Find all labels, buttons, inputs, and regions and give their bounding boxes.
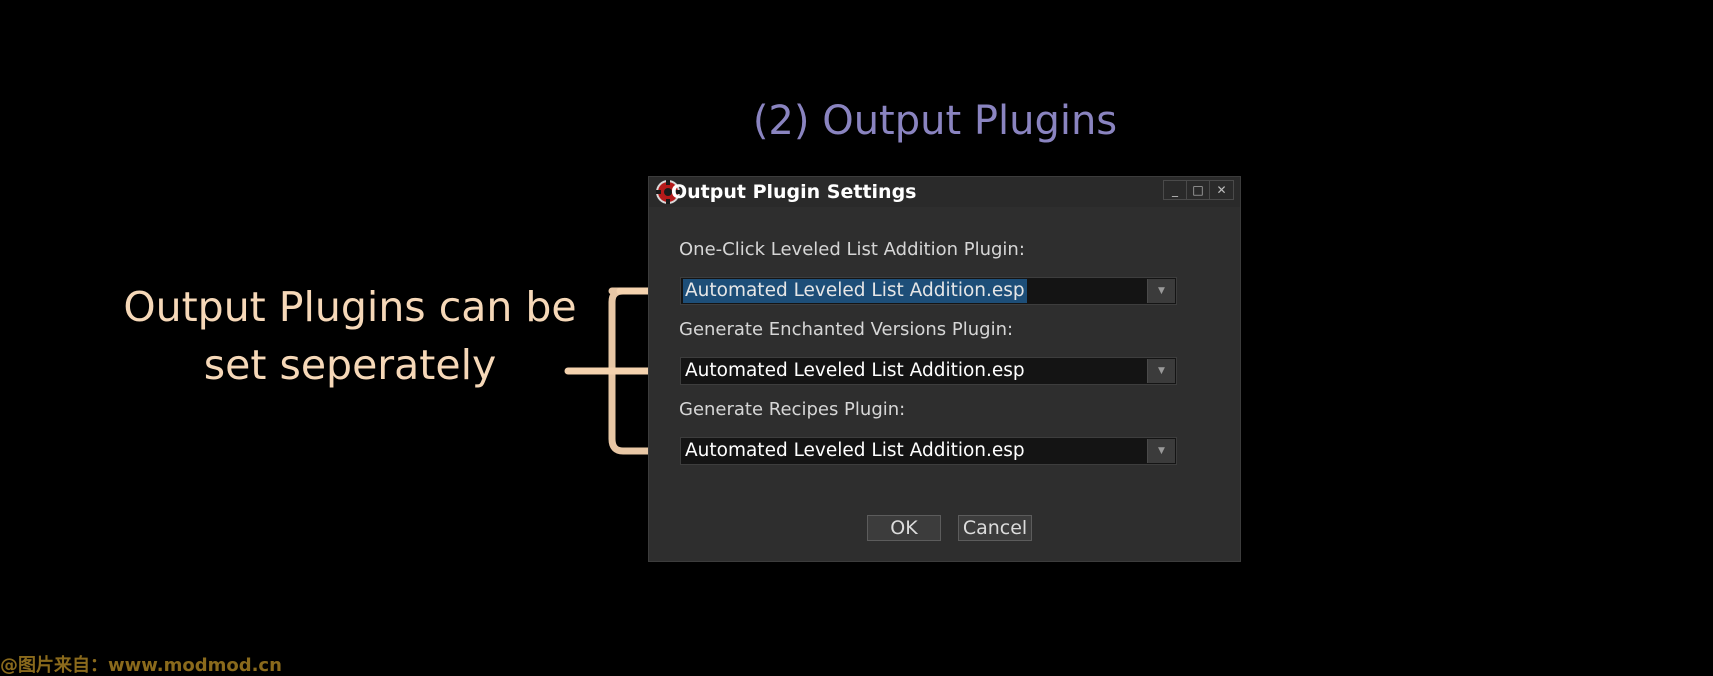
slide-canvas: (2) Output Plugins Output Plugins can be… <box>0 0 1713 676</box>
dialog-title: Output Plugin Settings <box>671 181 917 203</box>
enchanted-versions-plugin-dropdown[interactable]: Automated Leveled List Addition.esp ▼ <box>680 357 1177 385</box>
chevron-down-icon[interactable]: ▼ <box>1147 279 1175 303</box>
recipes-plugin-dropdown[interactable]: Automated Leveled List Addition.esp ▼ <box>680 437 1177 465</box>
one-click-plugin-value: Automated Leveled List Addition.esp <box>683 279 1027 303</box>
window-controls: _ □ ✕ <box>1163 180 1234 200</box>
enchanted-versions-plugin-value: Automated Leveled List Addition.esp <box>685 360 1025 381</box>
recipes-plugin-value: Automated Leveled List Addition.esp <box>685 440 1025 461</box>
one-click-plugin-label: One-Click Leveled List Addition Plugin: <box>679 239 1025 260</box>
chevron-down-icon[interactable]: ▼ <box>1147 439 1175 463</box>
annotation-line-1: Output Plugins can be <box>123 283 577 331</box>
annotation-text: Output Plugins can be set seperately <box>100 278 600 394</box>
close-button[interactable]: ✕ <box>1210 181 1233 199</box>
output-plugin-settings-dialog: Output Plugin Settings _ □ ✕ One-Click L… <box>648 176 1241 562</box>
chevron-down-icon[interactable]: ▼ <box>1147 359 1175 383</box>
ok-button[interactable]: OK <box>867 515 941 541</box>
annotation-line-2: set seperately <box>203 341 497 389</box>
slide-heading: (2) Output Plugins <box>752 98 1118 144</box>
minimize-button[interactable]: _ <box>1164 181 1187 199</box>
watermark-text: @图片来自：www.modmod.cn <box>0 655 282 676</box>
dialog-titlebar[interactable]: Output Plugin Settings _ □ ✕ <box>649 177 1240 207</box>
one-click-plugin-dropdown[interactable]: Automated Leveled List Addition.esp ▼ <box>680 277 1177 305</box>
recipes-plugin-label: Generate Recipes Plugin: <box>679 399 906 420</box>
enchanted-versions-plugin-label: Generate Enchanted Versions Plugin: <box>679 319 1014 340</box>
cancel-button[interactable]: Cancel <box>958 515 1032 541</box>
maximize-button[interactable]: □ <box>1187 181 1210 199</box>
